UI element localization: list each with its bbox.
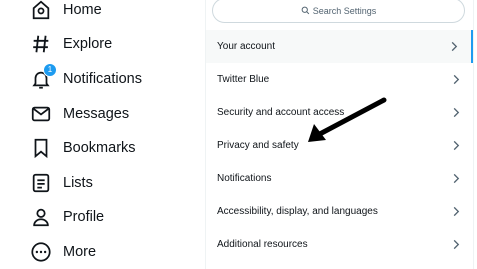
chevron-right-icon — [453, 173, 460, 184]
settings-row-your-account[interactable]: Your account — [206, 30, 473, 63]
bell-icon: 1 — [30, 63, 57, 90]
settings-row-label: Additional resources — [217, 239, 308, 250]
nav-label-notifications: Notifications — [63, 71, 142, 87]
settings-row-additional-resources[interactable]: Additional resources — [206, 228, 473, 261]
search-placeholder: Search Settings — [312, 5, 377, 16]
search-settings-input[interactable]: Search Settings — [212, 0, 465, 23]
settings-row-label: Twitter Blue — [217, 74, 270, 85]
nav-label-more: More — [63, 244, 97, 260]
home-icon — [30, 0, 52, 21]
nav-label-bookmarks: Bookmarks — [63, 140, 136, 156]
nav-label-home: Home — [63, 2, 102, 18]
nav-item-lists[interactable]: Lists — [30, 169, 93, 197]
settings-row-notifications[interactable]: Notifications — [206, 162, 473, 195]
nav-item-bookmarks[interactable]: Bookmarks — [30, 134, 136, 162]
envelope-icon — [30, 103, 52, 125]
chevron-right-icon — [453, 206, 460, 217]
bookmark-icon — [30, 137, 52, 159]
nav-label-profile: Profile — [63, 209, 105, 225]
settings-row-label: Privacy and safety — [217, 140, 299, 151]
nav-item-more[interactable]: More — [30, 238, 96, 266]
nav-label-lists: Lists — [63, 175, 93, 191]
list-icon — [30, 172, 52, 194]
settings-row-twitter-blue[interactable]: Twitter Blue — [206, 63, 473, 96]
settings-row-label: Accessibility, display, and languages — [217, 206, 378, 217]
person-icon — [30, 206, 52, 228]
nav-label-messages: Messages — [63, 106, 130, 122]
chevron-right-icon — [453, 140, 460, 151]
settings-row-label: Security and account access — [217, 107, 345, 118]
chevron-right-icon — [453, 239, 460, 250]
nav-item-explore[interactable]: Explore — [30, 30, 112, 58]
hashtag-icon — [30, 33, 52, 55]
nav-item-messages[interactable]: Messages — [30, 100, 129, 128]
primary-navigation: Home Explore 1 Notifications Messages Bo… — [0, 0, 205, 269]
search-icon — [301, 6, 309, 15]
settings-row-label: Notifications — [217, 173, 272, 184]
settings-row-label: Your account — [217, 41, 276, 52]
settings-panel: Search Settings Your account Twitter Blu… — [205, 0, 474, 269]
nav-item-profile[interactable]: Profile — [30, 203, 104, 231]
nav-item-home[interactable]: Home — [30, 0, 102, 24]
more-circle-icon — [30, 241, 52, 263]
chevron-right-icon — [453, 107, 460, 118]
settings-row-security[interactable]: Security and account access — [206, 96, 473, 129]
nav-label-explore: Explore — [63, 36, 113, 52]
notification-badge: 1 — [43, 63, 57, 77]
nav-item-notifications[interactable]: 1 Notifications — [30, 63, 142, 93]
settings-row-privacy-and-safety[interactable]: Privacy and safety — [206, 129, 473, 162]
chevron-right-icon — [451, 41, 458, 52]
settings-row-accessibility[interactable]: Accessibility, display, and languages — [206, 195, 473, 228]
chevron-right-icon — [453, 74, 460, 85]
